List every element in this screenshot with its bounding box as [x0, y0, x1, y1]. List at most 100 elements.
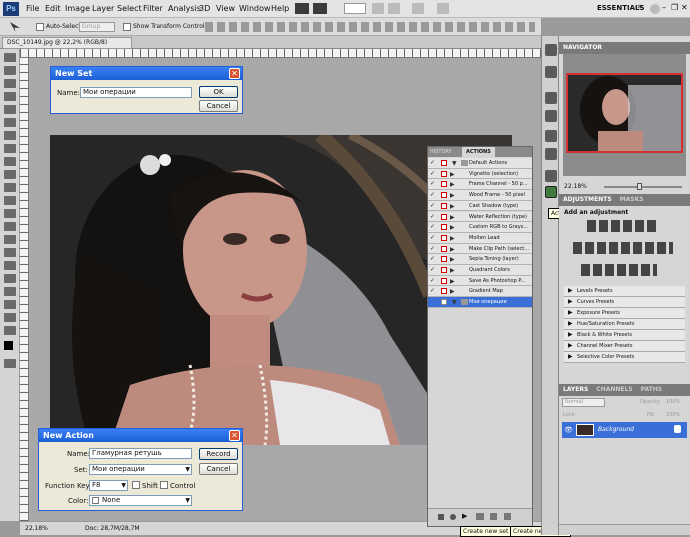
toggle-item-checkbox[interactable]: ✓: [430, 234, 436, 241]
action-set-row[interactable]: ✓ ▼ Default Actions: [428, 158, 532, 169]
tab-layers[interactable]: LAYERS: [563, 386, 588, 393]
move-tool-icon[interactable]: [4, 53, 16, 62]
new-action-fkey-dropdown[interactable]: F8 ▼: [89, 480, 128, 491]
zoom-level-dropdown[interactable]: [344, 3, 366, 14]
fill-value[interactable]: 100%: [666, 412, 680, 418]
dialog-toggle-icon[interactable]: [441, 202, 447, 209]
navigator-zoom-readout[interactable]: 22.18%: [564, 183, 587, 190]
dialog-toggle-icon[interactable]: [441, 299, 447, 306]
info-panel-icon[interactable]: [545, 66, 557, 78]
quick-mask-icon[interactable]: [4, 359, 16, 368]
new-set-name-input[interactable]: Мои операции: [80, 87, 192, 98]
new-set-cancel-button[interactable]: Cancel: [199, 100, 238, 112]
expand-triangle-icon[interactable]: ▶: [568, 297, 573, 307]
shape-tool-icon[interactable]: [4, 274, 16, 283]
actions-panel-icon[interactable]: [545, 186, 557, 198]
action-row[interactable]: ✓ ▶ Cast Shadow (type): [428, 200, 532, 212]
3d-panel-icon[interactable]: [545, 44, 557, 56]
toggle-item-checkbox[interactable]: ✓: [430, 192, 436, 198]
action-row[interactable]: ✓ ▶ Custom RGB to Grays...: [428, 222, 532, 233]
menu-edit[interactable]: Edit: [45, 4, 61, 13]
3d-orbit-tool-icon[interactable]: [4, 300, 16, 309]
cs-live-icon[interactable]: [650, 4, 660, 14]
expand-triangle-icon[interactable]: ▶: [568, 341, 573, 351]
arrange-documents-icon[interactable]: [412, 3, 424, 14]
expand-triangle-icon[interactable]: ▼: [452, 298, 457, 308]
eye-icon[interactable]: 👁: [564, 426, 573, 434]
toggle-item-checkbox[interactable]: [430, 299, 436, 305]
record-button[interactable]: Record: [199, 448, 238, 460]
toggle-item-checkbox[interactable]: ✓: [430, 160, 436, 166]
expand-triangle-icon[interactable]: ▶: [450, 191, 455, 201]
toggle-item-checkbox[interactable]: ✓: [430, 288, 436, 294]
menu-analysis[interactable]: Analysis: [168, 4, 201, 13]
dialog-toggle-icon[interactable]: [441, 213, 447, 220]
doc-size-readout[interactable]: Doc: 28,7M/28,7M: [85, 525, 140, 532]
brushes-panel-icon[interactable]: [545, 92, 557, 104]
tab-masks[interactable]: MASKS: [620, 196, 644, 203]
zoom-readout[interactable]: 22,18%: [25, 525, 48, 532]
adjustment-preset-item[interactable]: ▶ Selective Color Presets: [564, 352, 685, 363]
expand-triangle-icon[interactable]: ▶: [450, 223, 455, 233]
adjustment-icons-row3[interactable]: [581, 264, 657, 276]
workspace-arrow-icon[interactable]: »: [637, 2, 643, 12]
new-action-set-dropdown[interactable]: Мои операции ▼: [89, 464, 192, 475]
expand-triangle-icon[interactable]: ▶: [450, 234, 455, 244]
toggle-item-checkbox[interactable]: ✓: [430, 170, 436, 177]
action-row[interactable]: ✓ ▶ Gradient Map: [428, 286, 532, 298]
menu-view[interactable]: View: [216, 4, 235, 13]
blur-tool-icon[interactable]: [4, 209, 16, 218]
dialog-toggle-icon[interactable]: [441, 267, 447, 273]
path-selection-tool-icon[interactable]: [4, 261, 16, 270]
menu-3d[interactable]: 3D: [199, 4, 210, 13]
action-row[interactable]: ✓ ▶ Frame Channel - 50 p...: [428, 179, 532, 191]
expand-triangle-icon[interactable]: ▶: [568, 308, 573, 318]
clone-stamp-tool-icon[interactable]: [4, 157, 16, 166]
tab-actions[interactable]: ACTIONS: [462, 147, 495, 157]
zoom-tool-icon[interactable]: [4, 326, 16, 335]
menu-window[interactable]: Window: [239, 4, 271, 13]
shift-checkbox[interactable]: [132, 481, 140, 489]
document-tab[interactable]: DSC_10149.jpg @ 22,2% (RGB/8): [2, 37, 132, 49]
type-tool-icon[interactable]: [4, 248, 16, 257]
dialog-toggle-icon[interactable]: [441, 160, 447, 166]
gradient-tool-icon[interactable]: [4, 196, 16, 205]
expand-triangle-icon[interactable]: ▶: [450, 202, 455, 212]
expand-triangle-icon[interactable]: ▶: [568, 319, 573, 329]
menu-filter[interactable]: Filter: [143, 4, 163, 13]
brush-tool-icon[interactable]: [4, 144, 16, 153]
adjustment-preset-item[interactable]: ▶ Black & White Presets: [564, 330, 685, 341]
play-icon[interactable]: ▶: [462, 512, 467, 520]
expand-triangle-icon[interactable]: ▶: [450, 170, 455, 180]
blend-mode-dropdown[interactable]: Normal: [562, 398, 605, 407]
expand-triangle-icon[interactable]: ▶: [450, 277, 455, 287]
3d-rotate-tool-icon[interactable]: [4, 287, 16, 296]
clone-source-icon[interactable]: [545, 110, 557, 122]
zoom-tool-icon[interactable]: [388, 3, 400, 14]
tab-paths[interactable]: PATHS: [641, 386, 662, 393]
dialog-toggle-icon[interactable]: [441, 234, 447, 241]
adjustment-preset-item[interactable]: ▶ Exposure Presets: [564, 308, 685, 319]
crop-tool-icon[interactable]: [4, 105, 16, 114]
dialog-toggle-icon[interactable]: [441, 181, 447, 188]
adjustment-preset-item[interactable]: ▶ Hue/Saturation Presets: [564, 319, 685, 330]
dodge-tool-icon[interactable]: [4, 222, 16, 231]
expand-triangle-icon[interactable]: ▼: [452, 159, 457, 169]
expand-triangle-icon[interactable]: ▶: [450, 287, 455, 297]
bridge-icon[interactable]: [295, 3, 309, 14]
hand-tool-icon[interactable]: [4, 313, 16, 322]
new-action-name-input[interactable]: Гламурная ретушь: [89, 448, 192, 459]
eyedropper-tool-icon[interactable]: [4, 118, 16, 127]
dialog-toggle-icon[interactable]: [441, 245, 447, 252]
navigator-title[interactable]: NAVIGATOR: [563, 44, 602, 51]
action-row[interactable]: ✓ ▶ Water Reflection (type): [428, 211, 532, 223]
tab-adjustments[interactable]: ADJUSTMENTS: [563, 196, 612, 203]
navigator-preview-area[interactable]: [563, 54, 686, 176]
record-icon[interactable]: [450, 514, 456, 520]
layer-row-background[interactable]: 👁 Background: [562, 422, 687, 438]
expand-triangle-icon[interactable]: ▶: [568, 330, 573, 340]
close-icon[interactable]: ✕: [681, 3, 688, 12]
menu-image[interactable]: Image: [65, 4, 90, 13]
dialog-toggle-icon[interactable]: [441, 277, 447, 284]
history-brush-tool-icon[interactable]: [4, 170, 16, 179]
